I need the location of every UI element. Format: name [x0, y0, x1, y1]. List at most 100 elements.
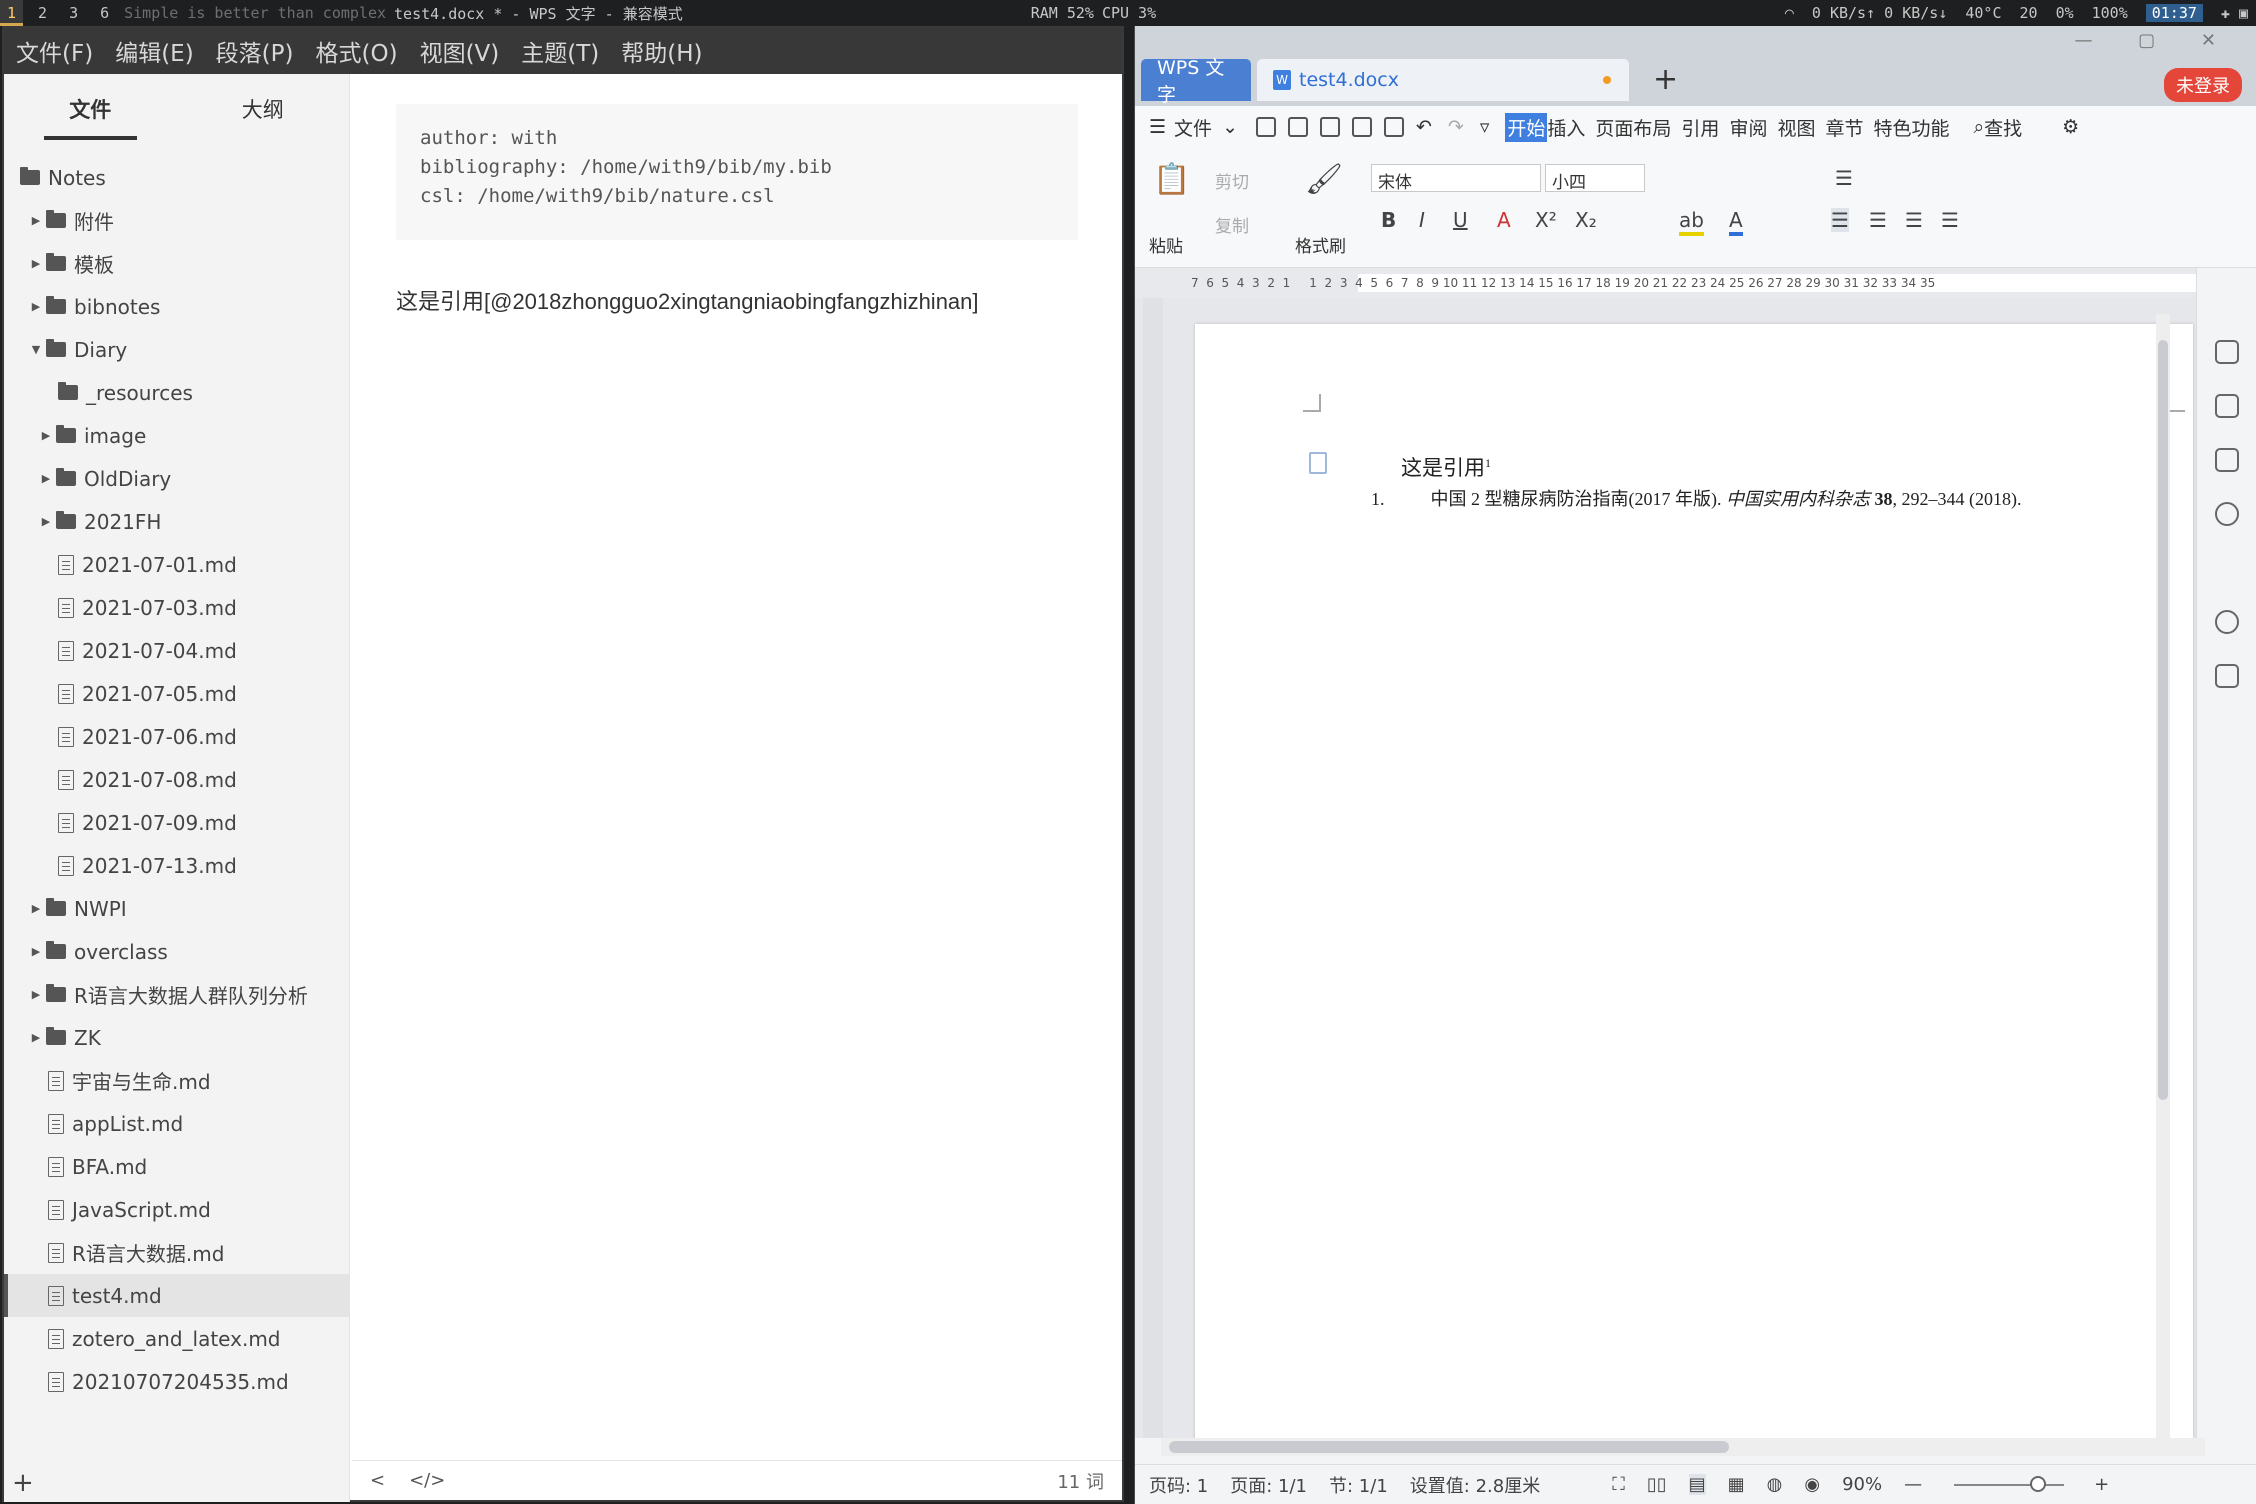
print-icon[interactable]: [1351, 117, 1372, 137]
caret-right-icon[interactable]: ▶: [30, 902, 42, 915]
folder-item[interactable]: ▶ 2021FH: [4, 500, 350, 543]
menu-paragraph[interactable]: 段落(P): [216, 34, 294, 68]
menu-view[interactable]: 视图: [1777, 114, 1815, 141]
menu-chapter[interactable]: 章节: [1825, 114, 1863, 141]
preview-icon[interactable]: [1383, 117, 1404, 137]
caret-right-icon[interactable]: ▶: [40, 515, 52, 528]
folder-item[interactable]: ▶ 附件: [4, 199, 350, 242]
caret-right-icon[interactable]: ▶: [30, 214, 42, 227]
file-item[interactable]: 宇宙与生命.md: [4, 1059, 350, 1102]
menu-features[interactable]: 特色功能: [1873, 114, 1949, 141]
superscript-button[interactable]: X²: [1535, 208, 1557, 232]
subscript-button[interactable]: X₂: [1575, 208, 1597, 232]
file-item[interactable]: 2021-07-08.md: [4, 758, 350, 801]
cut-button[interactable]: 剪切: [1215, 168, 1249, 193]
login-button[interactable]: 未登录: [2164, 68, 2242, 102]
folder-item[interactable]: ▶ bibnotes: [4, 285, 350, 328]
font-name-select[interactable]: 宋体: [1371, 164, 1541, 193]
file-item[interactable]: 2021-07-01.md: [4, 543, 350, 586]
scroll-thumb[interactable]: [2158, 340, 2168, 1100]
document-icon[interactable]: [1309, 452, 1327, 474]
tab-files[interactable]: 文件: [4, 74, 177, 146]
save-icon[interactable]: [1287, 117, 1308, 137]
more-icon[interactable]: ▿: [1480, 116, 1490, 138]
justify-icon[interactable]: ☰: [1941, 208, 1959, 232]
file-item[interactable]: zotero_and_latex.md: [4, 1317, 350, 1360]
front-matter-block[interactable]: author: with bibliography: /home/with9/b…: [396, 104, 1078, 240]
zoom-out-button[interactable]: —: [1904, 1474, 1922, 1495]
file-item[interactable]: 2021-07-13.md: [4, 844, 350, 887]
italic-button[interactable]: I: [1419, 208, 1425, 232]
file-item[interactable]: 2021-07-04.md: [4, 629, 350, 672]
tray-icons[interactable]: ✚ ▣: [2221, 4, 2248, 22]
vertical-ruler[interactable]: [1143, 298, 1163, 1438]
zoom-level[interactable]: 90%: [1842, 1474, 1882, 1495]
menu-find[interactable]: 查找: [1984, 114, 2022, 141]
bullet-list-icon[interactable]: ☰: [1835, 166, 1853, 190]
caret-right-icon[interactable]: ▶: [40, 429, 52, 442]
zoom-in-button[interactable]: +: [2094, 1474, 2109, 1495]
folder-item[interactable]: Notes: [4, 156, 350, 199]
file-item[interactable]: test4.md: [4, 1274, 350, 1317]
open-icon[interactable]: [1255, 117, 1276, 137]
caret-right-icon[interactable]: ▶: [30, 945, 42, 958]
menu-file[interactable]: 文件(F): [16, 34, 93, 68]
share-icon[interactable]: [2215, 664, 2239, 688]
file-item[interactable]: 20210707204535.md: [4, 1360, 350, 1403]
workspace-6[interactable]: 6: [93, 0, 116, 26]
body-paragraph[interactable]: 这是引用[@2018zhongguo2xingtangniaobingfangz…: [396, 284, 979, 316]
folder-item[interactable]: ▶ 模板: [4, 242, 350, 285]
menu-theme[interactable]: 主题(T): [521, 34, 599, 68]
workspace-2[interactable]: 2: [31, 0, 54, 26]
read-mode-icon[interactable]: ▯▯: [1647, 1474, 1667, 1495]
folder-item[interactable]: ▼ Diary: [4, 328, 350, 371]
menu-review[interactable]: 审阅: [1729, 114, 1767, 141]
workspace-1[interactable]: 1: [0, 0, 24, 26]
redo-icon[interactable]: ↷: [1448, 116, 1464, 138]
lock-icon[interactable]: [2215, 448, 2239, 472]
font-color-icon[interactable]: A: [1729, 208, 1743, 236]
file-item[interactable]: 2021-07-03.md: [4, 586, 350, 629]
file-item[interactable]: R语言大数据.md: [4, 1231, 350, 1274]
menu-file[interactable]: 文件: [1174, 114, 1212, 141]
align-right-icon[interactable]: ☰: [1905, 208, 1923, 232]
gear-icon[interactable]: ⚙: [2062, 116, 2079, 138]
caret-right-icon[interactable]: ▶: [30, 300, 42, 313]
paste-label[interactable]: 粘贴: [1149, 232, 1183, 257]
menu-view[interactable]: 视图(V): [420, 34, 500, 68]
menu-format[interactable]: 格式(O): [316, 34, 398, 68]
menu-insert[interactable]: 插入: [1547, 114, 1585, 141]
menu-edit[interactable]: 编辑(E): [115, 34, 193, 68]
document-canvas[interactable]: 这是引用1 1. 中国 2 型糖尿病防治指南(2017 年版). 中国实用内科杂志…: [1135, 298, 2211, 1444]
align-left-icon[interactable]: ☰: [1831, 208, 1849, 232]
caret-right-icon[interactable]: ▶: [40, 472, 52, 485]
underline-button[interactable]: U: [1453, 208, 1468, 232]
document-page[interactable]: 这是引用1 1. 中国 2 型糖尿病防治指南(2017 年版). 中国实用内科杂志…: [1195, 324, 2193, 1444]
file-item[interactable]: appList.md: [4, 1102, 350, 1145]
strikethrough-button[interactable]: A: [1497, 208, 1511, 232]
hamburger-icon[interactable]: ☰: [1149, 116, 1166, 138]
reference-entry[interactable]: 1. 中国 2 型糖尿病防治指南(2017 年版). 中国实用内科杂志 38, 2…: [1371, 485, 2022, 511]
source-mode-button[interactable]: </>: [409, 1470, 445, 1491]
folder-item[interactable]: ▶ R语言大数据人群队列分析: [4, 973, 350, 1016]
workspace-3[interactable]: 3: [62, 0, 85, 26]
chevron-down-icon[interactable]: ⌄: [1222, 116, 1238, 138]
undo-icon[interactable]: ↶: [1416, 116, 1432, 138]
menu-help[interactable]: 帮助(H): [621, 34, 702, 68]
font-size-select[interactable]: 小四: [1545, 164, 1645, 193]
menu-layout[interactable]: 页面布局: [1595, 114, 1671, 141]
bold-button[interactable]: B: [1381, 208, 1396, 232]
doc-paragraph[interactable]: 这是引用1: [1401, 452, 1491, 482]
back-button[interactable]: <: [370, 1470, 385, 1491]
caret-right-icon[interactable]: ▶: [30, 1031, 42, 1044]
tab-document[interactable]: W test4.docx: [1257, 59, 1629, 101]
folder-item[interactable]: ▶ overclass: [4, 930, 350, 973]
tab-outline[interactable]: 大纲: [177, 74, 350, 146]
file-item[interactable]: 2021-07-06.md: [4, 715, 350, 758]
edit-icon[interactable]: [2215, 340, 2239, 364]
folder-item[interactable]: ▶ OldDiary: [4, 457, 350, 500]
new-tab-button[interactable]: +: [1653, 62, 1678, 97]
paste-icon[interactable]: 📋: [1153, 162, 1190, 197]
eye-icon[interactable]: ◉: [1804, 1474, 1820, 1495]
wifi-icon[interactable]: ◠: [1785, 4, 1794, 22]
